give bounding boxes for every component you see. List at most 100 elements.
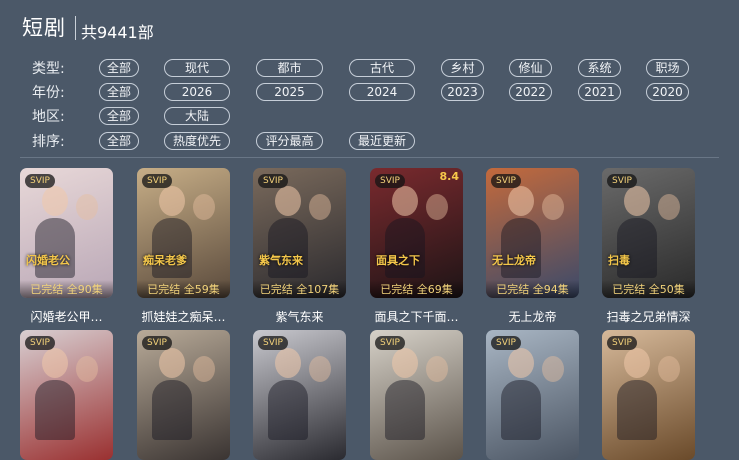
drama-poster[interactable]: SVIP bbox=[253, 330, 346, 460]
poster-figure bbox=[426, 194, 448, 220]
drama-title[interactable]: 紫气东来 bbox=[253, 308, 346, 325]
filter-chip-year-2025[interactable]: 2025 bbox=[256, 83, 323, 101]
drama-poster[interactable]: SVIP 痴呆老爹 已完结 全59集 bbox=[137, 168, 230, 298]
section-divider bbox=[20, 157, 719, 158]
filter-chip-year-2023[interactable]: 2023 bbox=[441, 83, 484, 101]
poster-figure bbox=[624, 348, 650, 378]
poster-figure bbox=[385, 380, 425, 440]
filter-chip-year-2026[interactable]: 2026 bbox=[164, 83, 230, 101]
drama-title[interactable]: 面具之下千面… bbox=[370, 308, 463, 325]
page-title: 短剧 bbox=[22, 16, 66, 40]
poster-figure bbox=[392, 348, 418, 378]
poster-figure bbox=[658, 356, 680, 382]
sort-chip-latest[interactable]: 最近更新 bbox=[349, 132, 415, 150]
filter-chip-region-all[interactable]: 全部 bbox=[99, 107, 139, 125]
svip-badge: SVIP bbox=[258, 336, 288, 350]
poster-figure bbox=[508, 186, 534, 216]
filter-chip-type-ancient[interactable]: 古代 bbox=[349, 59, 415, 77]
filter-chip-type-all[interactable]: 全部 bbox=[99, 59, 139, 77]
episode-status: 已完结 全107集 bbox=[253, 280, 346, 298]
header: 短剧 共9441部 bbox=[0, 0, 739, 56]
drama-poster[interactable]: SVIP 扫毒 已完结 全50集 bbox=[602, 168, 695, 298]
poster-figure bbox=[501, 218, 541, 278]
drama-card[interactable]: SVIP bbox=[486, 330, 579, 460]
filter-chip-region-mainland[interactable]: 大陆 bbox=[164, 107, 230, 125]
filter-chip-type-modern[interactable]: 现代 bbox=[164, 59, 230, 77]
drama-card[interactable]: SVIP 无上龙帝 已完结 全94集 无上龙帝 bbox=[486, 168, 579, 325]
svip-badge: SVIP bbox=[607, 336, 637, 350]
filter-chip-year-2024[interactable]: 2024 bbox=[349, 83, 415, 101]
poster-figure bbox=[159, 348, 185, 378]
drama-card[interactable]: SVIP bbox=[137, 330, 230, 460]
filter-chip-type-urban[interactable]: 都市 bbox=[256, 59, 323, 77]
drama-poster[interactable]: SVIP 紫气东来 已完结 全107集 bbox=[253, 168, 346, 298]
episode-status: 已完结 全94集 bbox=[486, 280, 579, 298]
filter-chip-year-all[interactable]: 全部 bbox=[99, 83, 139, 101]
drama-card[interactable]: SVIP bbox=[602, 330, 695, 460]
poster-figure bbox=[624, 186, 650, 216]
poster-figure bbox=[275, 186, 301, 216]
filter-row-region: 地区: 全部 大陆 bbox=[0, 105, 739, 127]
drama-card[interactable]: SVIP 扫毒 已完结 全50集扫毒之兄弟情深 bbox=[602, 168, 695, 325]
drama-poster[interactable]: SVIP 无上龙帝 已完结 全94集 bbox=[486, 168, 579, 298]
drama-card[interactable]: SVIP bbox=[253, 330, 346, 460]
poster-title-art: 面具之下 bbox=[376, 254, 420, 267]
svip-badge: SVIP bbox=[142, 174, 172, 188]
poster-figure bbox=[152, 380, 192, 440]
filter-chip-type-rural[interactable]: 乡村 bbox=[441, 59, 484, 77]
drama-card[interactable]: SVIP 痴呆老爹 已完结 全59集抓娃娃之痴呆… bbox=[137, 168, 230, 325]
filter-chip-type-xianxia[interactable]: 修仙 bbox=[509, 59, 552, 77]
filter-chip-year-2021[interactable]: 2021 bbox=[578, 83, 621, 101]
poster-figure bbox=[658, 194, 680, 220]
sort-chip-popular[interactable]: 热度优先 bbox=[164, 132, 230, 150]
poster-figure bbox=[35, 380, 75, 440]
poster-figure bbox=[426, 356, 448, 382]
poster-title-art: 扫毒 bbox=[608, 254, 630, 267]
drama-card[interactable]: SVIP 紫气东来 已完结 全107集紫气东来 bbox=[253, 168, 346, 325]
poster-figure bbox=[76, 356, 98, 382]
filter-row-year: 年份: 全部 2026 2025 2024 2023 2022 2021 202… bbox=[0, 81, 739, 103]
drama-poster[interactable]: SVIP bbox=[486, 330, 579, 460]
drama-poster[interactable]: SVIP bbox=[137, 330, 230, 460]
drama-poster[interactable]: SVIP bbox=[602, 330, 695, 460]
total-count: 共9441部 bbox=[81, 23, 154, 42]
poster-title-art: 无上龙帝 bbox=[492, 254, 536, 267]
poster-figure bbox=[617, 218, 657, 278]
drama-card[interactable]: SVIP bbox=[20, 330, 113, 460]
drama-poster[interactable]: SVIP bbox=[370, 330, 463, 460]
drama-title[interactable]: 无上龙帝 bbox=[486, 308, 579, 325]
drama-poster[interactable]: SVIP bbox=[20, 330, 113, 460]
poster-figure bbox=[501, 380, 541, 440]
drama-card[interactable]: SVIP bbox=[370, 330, 463, 460]
filter-chip-year-2022[interactable]: 2022 bbox=[509, 83, 552, 101]
filter-chip-type-workplace[interactable]: 职场 bbox=[646, 59, 689, 77]
drama-title[interactable]: 抓娃娃之痴呆… bbox=[137, 308, 230, 325]
svip-badge: SVIP bbox=[25, 174, 55, 188]
episode-status: 已完结 全69集 bbox=[370, 280, 463, 298]
drama-title[interactable]: 扫毒之兄弟情深 bbox=[602, 308, 695, 325]
poster-figure bbox=[193, 194, 215, 220]
poster-figure bbox=[617, 380, 657, 440]
filter-row-sort: 排序: 全部 热度优先 评分最高 最近更新 bbox=[0, 130, 739, 152]
filter-label-region: 地区: bbox=[32, 109, 65, 125]
poster-figure bbox=[268, 380, 308, 440]
drama-poster[interactable]: SVIP 闪婚老公 已完结 全90集 bbox=[20, 168, 113, 298]
sort-chip-all[interactable]: 全部 bbox=[99, 132, 139, 150]
drama-card[interactable]: SVIP 8.4 面具之下 已完结 全69集 面具之下千面… bbox=[370, 168, 463, 325]
drama-card[interactable]: SVIP 闪婚老公 已完结 全90集闪婚老公甲… bbox=[20, 168, 113, 325]
filter-label-sort: 排序: bbox=[32, 134, 65, 150]
poster-figure bbox=[542, 194, 564, 220]
drama-poster[interactable]: SVIP 8.4 面具之下 已完结 全69集 bbox=[370, 168, 463, 298]
poster-figure bbox=[508, 348, 534, 378]
poster-figure bbox=[268, 218, 308, 278]
poster-figure bbox=[193, 356, 215, 382]
svip-badge: SVIP bbox=[491, 336, 521, 350]
filter-row-type: 类型: 全部 现代 都市 古代 乡村 修仙 系统 职场 bbox=[0, 57, 739, 79]
poster-figure bbox=[385, 218, 425, 278]
filter-chip-year-2020[interactable]: 2020 bbox=[646, 83, 689, 101]
sort-chip-top-rated[interactable]: 评分最高 bbox=[256, 132, 323, 150]
drama-title[interactable]: 闪婚老公甲… bbox=[20, 308, 113, 325]
svip-badge: SVIP bbox=[258, 174, 288, 188]
poster-figure bbox=[309, 356, 331, 382]
filter-chip-type-system[interactable]: 系统 bbox=[578, 59, 621, 77]
